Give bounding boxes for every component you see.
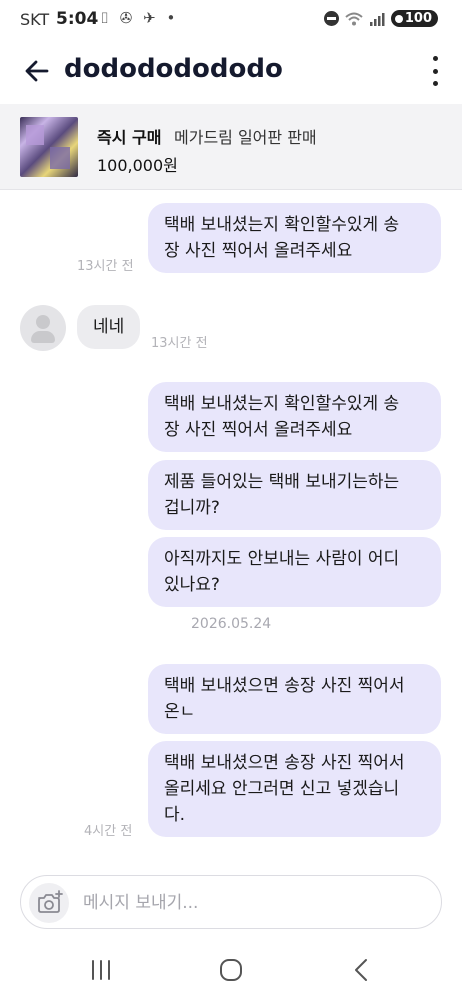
message-time: 13시간 전: [77, 259, 134, 274]
more-vertical-icon: [432, 56, 438, 61]
avatar-person-icon: [36, 315, 50, 329]
recent-apps-button[interactable]: [71, 948, 131, 992]
product-title: 메가드림 일어판 판매: [174, 128, 317, 147]
attach-photo-button[interactable]: [29, 883, 69, 923]
battery-icon: [394, 14, 403, 23]
message-time: 4시간 전: [84, 824, 133, 839]
do-not-disturb-icon: [323, 11, 339, 26]
message-composer: [20, 875, 442, 929]
date-separator: 2026.05.24: [191, 616, 272, 632]
message-line: 장 사진 찍어서 올려주세요: [164, 241, 353, 261]
message-line: 겁니까?: [164, 498, 220, 518]
message-input[interactable]: [83, 890, 423, 916]
wifi-icon: [345, 12, 363, 25]
message-bubble-outgoing[interactable]: 택배 보내셨는지 확인할수있게 송 장 사진 찍어서 올려주세요: [148, 203, 441, 273]
home-button[interactable]: [201, 948, 261, 992]
system-indicators: 100: [323, 10, 438, 27]
battery-indicator: 100: [390, 10, 438, 27]
more-options-button[interactable]: [430, 56, 440, 86]
chat-header: dodododododo: [0, 42, 462, 102]
chat-partner-name: dodododododo: [64, 54, 283, 84]
home-icon: [220, 959, 242, 981]
message-bubble-outgoing[interactable]: 택배 보내셨는지 확인할수있게 송 장 사진 찍어서 올려주세요: [148, 382, 441, 452]
message-line: 택배 보내셨는지 확인할수있게 송: [164, 215, 400, 235]
status-bar: SKT 5:04 ⌷ ✇ ✈ • 100: [0, 0, 462, 40]
notification-icons: ⌷ ✇ ✈ •: [100, 9, 179, 27]
clock: 5:04: [56, 9, 99, 29]
message-line: 제품 들어있는 택배 보내기는하는: [164, 472, 400, 492]
message-line: 온ㄴ: [164, 702, 196, 722]
battery-level: 100: [404, 11, 432, 26]
message-line: 장 사진 찍어서 올려주세요: [164, 420, 353, 440]
message-bubble-incoming[interactable]: 네네: [77, 305, 141, 349]
back-arrow-icon: [25, 60, 49, 82]
product-thumbnail[interactable]: [20, 117, 78, 177]
product-price: 100,000원: [97, 156, 178, 175]
signal-icon: [369, 12, 385, 26]
message-bubble-outgoing[interactable]: 제품 들어있는 택배 보내기는하는 겁니까?: [148, 460, 441, 530]
carrier-label: SKT: [20, 10, 50, 29]
message-line: 택배 보내셨으면 송장 사진 찍어서: [164, 676, 405, 696]
product-banner[interactable]: 즉시 구매 메가드림 일어판 판매 100,000원: [0, 104, 462, 190]
message-line: 올리세요 안그러면 신고 넣겠습니: [164, 779, 400, 799]
message-line: 다.: [164, 805, 186, 825]
back-button[interactable]: [20, 54, 54, 88]
message-line: 택배 보내셨으면 송장 사진 찍어서: [164, 753, 405, 773]
message-line: 아직까지도 안보내는 사람이 어디: [164, 549, 400, 569]
message-line: 네네: [93, 317, 125, 337]
message-line: 있나요?: [164, 575, 220, 595]
message-bubble-outgoing[interactable]: 아직까지도 안보내는 사람이 어디 있나요?: [148, 537, 441, 607]
partner-avatar[interactable]: [20, 305, 66, 351]
recent-apps-icon: [92, 960, 110, 980]
message-time: 13시간 전: [151, 336, 208, 351]
message-line: 택배 보내셨는지 확인할수있게 송: [164, 394, 400, 414]
nav-back-icon: [355, 959, 367, 981]
message-bubble-outgoing[interactable]: 택배 보내셨으면 송장 사진 찍어서 온ㄴ: [148, 664, 441, 734]
system-back-button[interactable]: [331, 948, 391, 992]
message-bubble-outgoing[interactable]: 택배 보내셨으면 송장 사진 찍어서 올리세요 안그러면 신고 넣겠습니 다.: [148, 741, 441, 837]
system-navigation-bar: [0, 940, 462, 1000]
camera-plus-icon: [38, 890, 63, 913]
purchase-type-label: 즉시 구매: [97, 128, 162, 147]
